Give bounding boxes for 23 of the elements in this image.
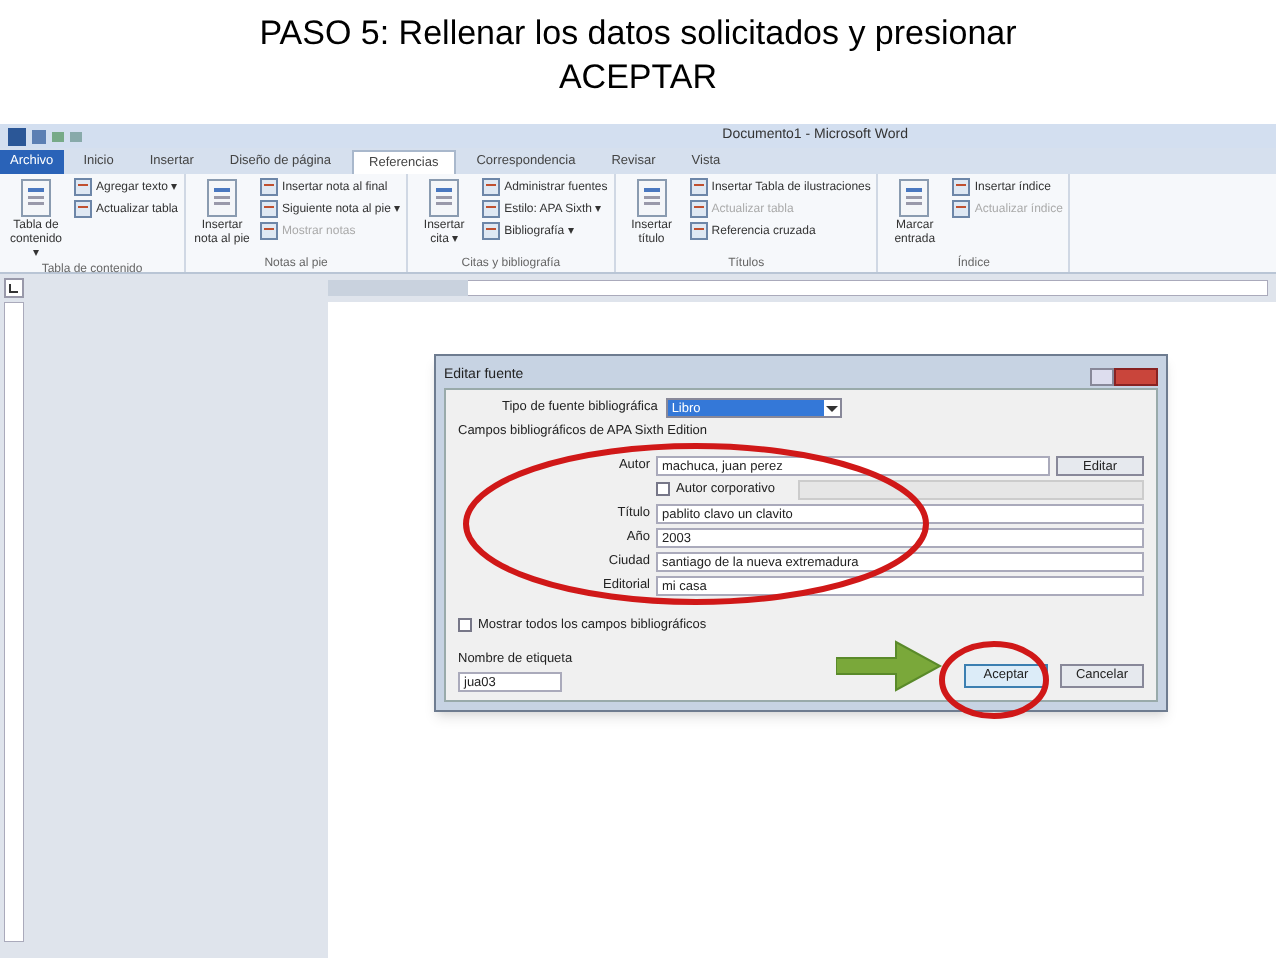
- checkbox[interactable]: [458, 618, 472, 633]
- annotation-outline: [936, 638, 1052, 722]
- document-icon: [260, 200, 279, 218]
- close-button[interactable]: [1114, 367, 1158, 385]
- arrow-drawing: [836, 639, 944, 691]
- document-icon: [952, 200, 971, 218]
- dropdown-arrow-icon: [823, 400, 840, 416]
- document-icon: [952, 178, 971, 196]
- document-icon: [689, 178, 708, 196]
- document-icon: [74, 200, 92, 218]
- document-icon: [689, 200, 708, 218]
- quick-access-icons[interactable]: [8, 127, 88, 145]
- document-icon: [260, 222, 279, 240]
- document-icon: [482, 222, 501, 240]
- document-icon: [689, 222, 708, 240]
- help-button[interactable]: [1090, 367, 1114, 385]
- tab-selector-icon[interactable]: [4, 278, 24, 298]
- document-icon: [260, 178, 279, 196]
- document-icon: [482, 200, 501, 218]
- document-icon: [482, 178, 501, 196]
- checkbox[interactable]: [656, 482, 670, 497]
- document-icon: [74, 178, 92, 196]
- slide-title: PASO 5: Rellenar los datos solicitados y presionar ACEPTAR: [257, 12, 1019, 100]
